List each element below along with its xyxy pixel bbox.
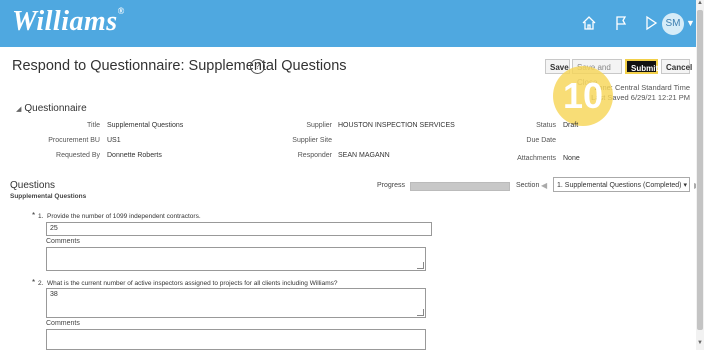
questions-subheading: Supplemental Questions <box>10 193 87 200</box>
step-number-badge: 10 <box>553 66 613 126</box>
supplier-site-label: Supplier Site <box>292 137 332 144</box>
question-2-comments-textarea[interactable] <box>46 329 426 350</box>
required-marker: * <box>32 278 36 287</box>
question-2-comments-label: Comments <box>46 320 80 327</box>
questionnaire-section-toggle[interactable]: ◢ Questionnaire <box>16 103 87 114</box>
supplier-label: Supplier <box>306 122 332 129</box>
status-value: Draft <box>563 122 579 129</box>
question-2-text: 2. What is the current number of active … <box>38 280 338 287</box>
scroll-down-icon[interactable]: ▼ <box>697 340 703 346</box>
help-icon[interactable]: ? <box>250 59 265 74</box>
required-marker: * <box>32 211 36 220</box>
section-select[interactable]: 1. Supplemental Questions (Completed) ▾ <box>553 177 690 192</box>
resize-handle-icon[interactable] <box>417 309 424 316</box>
section-label: Section <box>516 182 540 189</box>
resize-handle-icon[interactable] <box>417 262 424 269</box>
question-1-comments-label: Comments <box>46 238 80 245</box>
attachments-value[interactable]: None <box>563 155 580 162</box>
avatar-chevron-icon[interactable]: ▼ <box>686 18 695 28</box>
status-label: Status <box>536 122 556 129</box>
progress-bar <box>410 182 510 191</box>
title-label: Title <box>87 122 100 129</box>
procurement-bu-value: US1 <box>107 137 121 144</box>
question-2-answer-textarea[interactable]: 38 <box>46 288 426 318</box>
requested-by-value: Donnette Roberts <box>107 152 162 159</box>
responder-label: Responder <box>297 152 332 159</box>
play-icon[interactable] <box>642 14 660 32</box>
flag-icon[interactable] <box>612 14 630 32</box>
home-icon[interactable] <box>580 14 598 32</box>
top-header-bar: Williams® SM ▼ <box>0 0 704 47</box>
scroll-up-icon[interactable]: ▲ <box>697 0 703 6</box>
progress-label: Progress <box>377 182 406 189</box>
question-1-answer-input[interactable]: 25 <box>46 222 432 236</box>
progress-fill <box>411 183 509 190</box>
collapse-triangle-icon[interactable]: ◢ <box>16 106 21 113</box>
title-value: Supplemental Questions <box>107 122 184 129</box>
due-date-label: Due Date <box>526 137 556 144</box>
question-1-text: 1. Provide the number of 1099 independen… <box>38 213 201 220</box>
chevron-down-icon: ▾ <box>683 182 687 189</box>
submit-button[interactable]: Submit <box>625 59 658 74</box>
responder-value: SEAN MAGANN <box>338 152 390 159</box>
questions-heading: Questions <box>10 180 56 191</box>
requested-by-label: Requested By <box>56 152 100 159</box>
supplier-value: HOUSTON INSPECTION SERVICES <box>338 122 455 129</box>
procurement-bu-label: Procurement BU <box>48 137 100 144</box>
question-1-comments-textarea[interactable] <box>46 247 426 271</box>
page-title: Respond to Questionnaire: Supplemental Q… <box>12 58 347 74</box>
scrollbar-thumb[interactable] <box>697 10 703 330</box>
user-avatar[interactable]: SM <box>662 13 684 35</box>
williams-logo[interactable]: Williams® <box>12 6 125 38</box>
previous-section-icon[interactable]: ◀ <box>541 181 547 190</box>
cancel-button[interactable]: Cancel <box>661 59 692 74</box>
attachments-label: Attachments <box>517 155 556 162</box>
